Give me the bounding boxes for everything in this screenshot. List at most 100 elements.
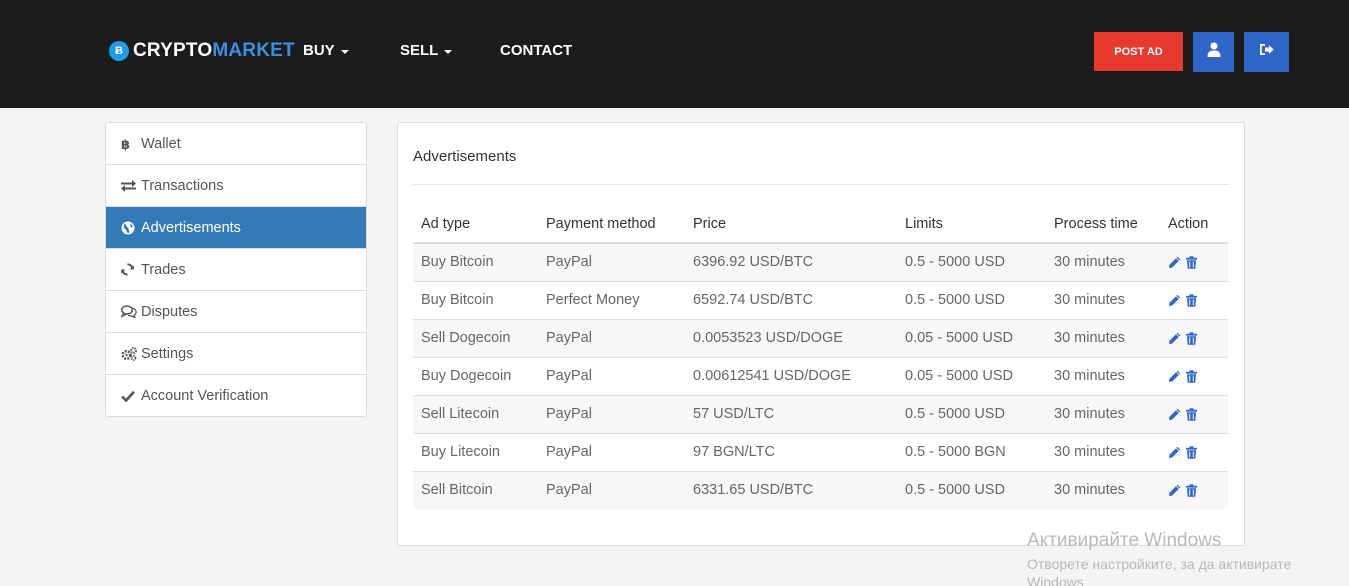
globe-icon — [121, 221, 139, 235]
cogs-icon — [121, 346, 139, 361]
ad-type-cell: Buy Bitcoin — [413, 243, 538, 281]
table-row: Sell Dogecoin PayPal 0.0053523 USD/DOGE 0.0… — [413, 318, 1228, 357]
profile-button[interactable] — [1193, 32, 1234, 72]
sidebar-item-label: Advertisements — [141, 219, 241, 236]
ad-type-cell: Sell Litecoin — [413, 394, 538, 433]
price-cell: 0.00612541 USD/DOGE — [685, 356, 897, 395]
limits-cell: 0.5 - 5000 USD — [897, 280, 1046, 319]
site-logo[interactable]: Ƀ CRYPTO MARKET — [109, 40, 295, 62]
caret-down-icon — [340, 49, 349, 54]
user-icon — [1207, 42, 1221, 62]
payment-method-cell: PayPal — [538, 432, 685, 471]
payment-method-cell: PayPal — [538, 318, 685, 357]
row-actions — [1168, 445, 1228, 459]
sidebar-item-label: Transactions — [141, 177, 224, 194]
sidebar-item-label: Trades — [141, 261, 186, 278]
pencil-icon[interactable] — [1168, 332, 1181, 345]
post-ad-label: POST AD — [1114, 45, 1163, 58]
ad-type-cell: Sell Bitcoin — [413, 470, 538, 509]
row-actions — [1168, 331, 1228, 345]
exchange-icon — [121, 179, 139, 192]
table-row: Buy Litecoin PayPal 97 BGN/LTC 0.5 - 5000 B… — [413, 432, 1228, 471]
sidebar-item-disputes[interactable]: Disputes — [106, 291, 366, 333]
process-time-cell: 30 minutes — [1046, 432, 1160, 471]
sidebar-item-label: Wallet — [141, 135, 181, 152]
caret-down-icon — [444, 49, 453, 54]
action-cell — [1160, 318, 1228, 357]
limits-cell: 0.5 - 5000 BGN — [897, 432, 1046, 471]
price-cell: 0.0053523 USD/DOGE — [685, 318, 897, 357]
trash-icon[interactable] — [1186, 331, 1197, 345]
table-row: Buy Bitcoin Perfect Money 6592.74 USD/BTC 0… — [413, 280, 1228, 319]
logout-button[interactable] — [1244, 32, 1289, 72]
process-time-cell: 30 minutes — [1046, 243, 1160, 281]
ad-type-cell: Sell Dogecoin — [413, 318, 538, 357]
process-time-cell: 30 minutes — [1046, 280, 1160, 319]
trash-icon[interactable] — [1186, 484, 1197, 497]
table-header-row: Ad type Payment method Price Limits Proc… — [413, 205, 1228, 244]
price-cell: 6592.74 USD/BTC — [685, 280, 897, 319]
comments-icon — [121, 305, 139, 318]
trash-icon[interactable] — [1186, 445, 1197, 459]
top-navbar: Ƀ CRYPTO MARKET BUY SELL CONTACT POST AD — [0, 0, 1349, 108]
process-time-cell: 30 minutes — [1046, 470, 1160, 509]
action-cell — [1160, 432, 1228, 471]
price-cell: 6396.92 USD/BTC — [685, 243, 897, 281]
payment-method-cell: PayPal — [538, 470, 685, 509]
nav-buy-label: BUY — [303, 42, 335, 59]
pencil-icon[interactable] — [1168, 484, 1181, 497]
sidebar-item-label: Account Verification — [141, 388, 269, 404]
sidebar-item-trades[interactable]: Trades — [106, 249, 366, 291]
windows-activation-title: Активирайте Windows — [1027, 530, 1222, 551]
sign-out-icon — [1259, 43, 1274, 61]
ad-type-cell: Buy Litecoin — [413, 432, 538, 471]
action-cell — [1160, 394, 1228, 433]
advertisements-table: Ad type Payment method Price Limits Proc… — [413, 205, 1228, 509]
sidebar-item-advertisements[interactable]: Advertisements — [106, 207, 366, 249]
payment-method-cell: PayPal — [538, 394, 685, 433]
row-actions — [1168, 407, 1228, 421]
trash-icon[interactable] — [1186, 407, 1197, 421]
row-actions — [1168, 256, 1228, 269]
ad-type-cell: Buy Dogecoin — [413, 356, 538, 395]
sidebar-item-label: Settings — [141, 345, 194, 362]
sidebar-item-settings[interactable]: Settings — [106, 333, 366, 375]
nav-sell-label: SELL — [400, 42, 439, 59]
sidebar-item-wallet[interactable]: ฿ Wallet — [106, 123, 366, 165]
trash-icon[interactable] — [1186, 293, 1197, 307]
pencil-icon[interactable] — [1168, 408, 1181, 421]
limits-cell: 0.05 - 5000 USD — [897, 356, 1046, 395]
table-row: Sell Bitcoin PayPal 6331.65 USD/BTC 0.5 - 5… — [413, 470, 1228, 509]
logo-text-crypto: CRYPTO — [133, 40, 213, 61]
nav-buy[interactable]: BUY — [303, 42, 349, 59]
nav-sell[interactable]: SELL — [400, 42, 453, 59]
process-time-cell: 30 minutes — [1046, 394, 1160, 433]
price-cell: 97 BGN/LTC — [685, 432, 897, 471]
limits-cell: 0.5 - 5000 USD — [897, 243, 1046, 281]
column-header-action: Action — [1160, 205, 1228, 244]
pencil-icon[interactable] — [1168, 256, 1181, 269]
divider — [413, 184, 1230, 185]
sidebar-item-account-verification[interactable]: Account Verification — [106, 375, 366, 417]
limits-cell: 0.5 - 5000 USD — [897, 394, 1046, 433]
account-sidebar: ฿ Wallet Transactions Advertisements Tra… — [105, 122, 367, 417]
pencil-icon[interactable] — [1168, 370, 1181, 383]
svg-text:฿: ฿ — [121, 138, 130, 151]
pencil-icon[interactable] — [1168, 294, 1181, 307]
advertisements-panel: Advertisements Ad type Payment method Pr… — [397, 122, 1245, 546]
trash-icon[interactable] — [1186, 256, 1197, 269]
column-header-limits: Limits — [897, 205, 1046, 244]
nav-contact[interactable]: CONTACT — [500, 42, 572, 59]
column-header-ad-type: Ad type — [413, 205, 538, 244]
trash-icon[interactable] — [1186, 369, 1197, 383]
bitcoin-logo-icon: Ƀ — [109, 41, 129, 61]
payment-method-cell: PayPal — [538, 243, 685, 281]
pencil-icon[interactable] — [1168, 446, 1181, 459]
limits-cell: 0.05 - 5000 USD — [897, 318, 1046, 357]
payment-method-cell: PayPal — [538, 356, 685, 395]
table-row: Sell Litecoin PayPal 57 USD/LTC 0.5 - 5000 … — [413, 394, 1228, 433]
post-ad-button[interactable]: POST AD — [1094, 32, 1183, 71]
nav-contact-label: CONTACT — [500, 42, 573, 59]
refresh-icon — [121, 263, 139, 276]
sidebar-item-transactions[interactable]: Transactions — [106, 165, 366, 207]
